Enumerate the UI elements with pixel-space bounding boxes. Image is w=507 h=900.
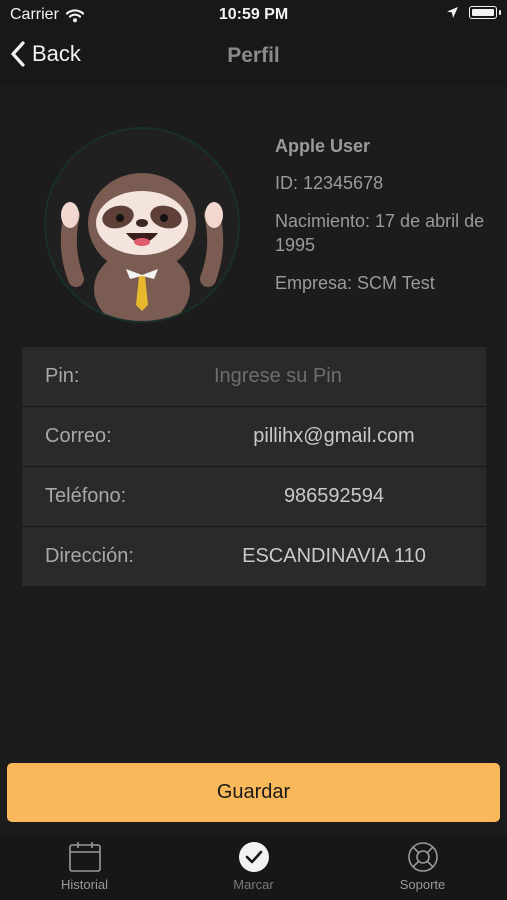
pin-label: Pin: — [45, 365, 80, 387]
tab-bar: Historial Marcar Soporte — [0, 835, 507, 900]
profile-id: ID: 12345678 — [275, 173, 384, 193]
address-value[interactable]: ESCANDINAVIA 110 — [182, 545, 486, 568]
page-title: Perfil — [227, 44, 280, 67]
avatar — [44, 127, 240, 323]
status-right — [446, 6, 501, 19]
email-value[interactable]: pillihx@gmail.com — [182, 425, 486, 448]
sloth-mascot-icon — [60, 173, 224, 321]
battery-icon — [469, 6, 501, 19]
calendar-icon — [68, 842, 101, 872]
pin-input[interactable] — [214, 357, 474, 395]
battery-level — [472, 9, 494, 16]
address-row[interactable]: Dirección: ESCANDINAVIA 110 — [22, 526, 486, 586]
phone-label: Teléfono: — [45, 485, 127, 507]
tab-soporte-label: Soporte — [399, 877, 446, 892]
email-label: Correo: — [45, 425, 112, 447]
pin-row: Pin: — [22, 347, 486, 406]
phone-value[interactable]: 986592594 — [182, 485, 486, 508]
phone-row[interactable]: Teléfono: 986592594 — [22, 466, 486, 526]
tab-marcar-label: Marcar — [233, 877, 274, 892]
status-time: 10:59 PM — [218, 6, 289, 23]
email-row[interactable]: Correo: pillihx@gmail.com — [22, 406, 486, 466]
location-arrow-icon — [447, 7, 458, 18]
tab-soporte[interactable]: Soporte — [338, 841, 507, 892]
profile-form: Pin: Correo: pillihx@gmail.com Teléfono:… — [22, 347, 486, 586]
profile-info: Apple User ID: 12345678 Nacimiento: 17 d… — [275, 136, 485, 309]
save-button[interactable]: Guardar — [7, 763, 500, 822]
profile-birthdate: Nacimiento: 17 de abril de 1995 — [275, 211, 485, 255]
tab-historial[interactable]: Historial — [0, 841, 169, 892]
lifebuoy-icon — [407, 842, 438, 872]
profile-name: Apple User — [275, 136, 371, 156]
tab-marcar[interactable]: Marcar — [169, 841, 338, 892]
status-bar: Carrier 10:59 PM — [0, 0, 507, 30]
navigation-bar: Back Perfil — [0, 30, 507, 85]
profile-company: Empresa: SCM Test — [275, 273, 435, 293]
tab-historial-label: Historial — [61, 877, 108, 892]
address-label: Dirección: — [45, 545, 134, 567]
check-circle-icon — [238, 842, 269, 872]
